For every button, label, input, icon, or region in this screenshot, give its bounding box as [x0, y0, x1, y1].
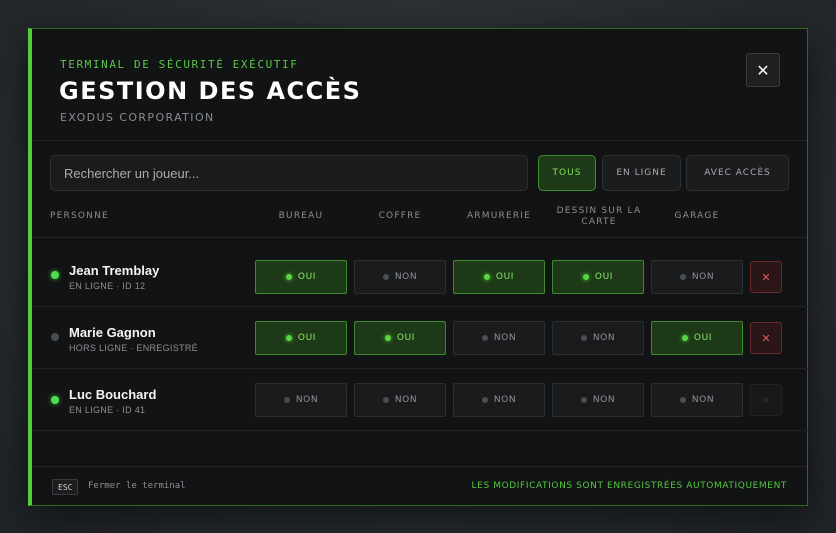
filter-all-label: TOUS: [552, 168, 582, 178]
table-row: Luc Bouchard EN LIGNE · ID 41 NON NON NO…: [32, 368, 808, 430]
autosave-notice: LES MODIFICATIONS SONT ENREGISTRÉES AUTO…: [471, 481, 787, 491]
column-header-bureau: BUREAU: [278, 211, 324, 221]
toggle-label: NON: [592, 333, 616, 343]
row-divider: [32, 430, 808, 431]
toggle-dot-icon: [285, 274, 292, 280]
toggle-dot-icon: [681, 335, 688, 341]
close-button[interactable]: ✕: [746, 53, 780, 87]
toggle-dot-icon: [481, 397, 488, 403]
table-header-divider: [32, 237, 807, 238]
player-name: Luc Bouchard: [69, 387, 157, 402]
toggle-dot-icon: [384, 335, 391, 341]
toggle-label: OUI: [495, 272, 515, 282]
toggle-dot-icon: [382, 397, 389, 403]
offline-status-dot: [51, 333, 59, 341]
access-toggle-armurerie[interactable]: NON: [453, 383, 545, 417]
access-toggle-coffre[interactable]: NON: [354, 383, 446, 417]
column-header-garage: GARAGE: [674, 211, 720, 221]
online-status-dot: [51, 271, 59, 279]
filter-online-label: EN LIGNE: [616, 168, 667, 178]
toggle-label: OUI: [297, 272, 317, 282]
access-toggle-coffre[interactable]: OUI: [354, 321, 446, 355]
toggle-label: NON: [394, 272, 418, 282]
access-toggle-garage[interactable]: NON: [651, 383, 743, 417]
company-name: EXODUS CORPORATION: [60, 111, 215, 124]
filter-with-access-button[interactable]: AVEC ACCÈS: [686, 155, 789, 191]
filter-with-access-label: AVEC ACCÈS: [704, 168, 771, 178]
access-toggle-garage[interactable]: NON: [651, 260, 743, 294]
close-icon: ✕: [761, 331, 771, 345]
toggle-label: NON: [691, 272, 715, 282]
toggle-dot-icon: [580, 335, 587, 341]
toggle-dot-icon: [580, 397, 587, 403]
toggle-label: OUI: [693, 333, 713, 343]
access-terminal-modal: TERMINAL DE SÉCURITÉ EXÉCUTIF GESTION DE…: [28, 28, 808, 506]
column-header-armurerie: ARMURERIE: [466, 211, 532, 221]
access-toggle-bureau[interactable]: OUI: [255, 321, 347, 355]
toggle-dot-icon: [582, 274, 589, 280]
esc-key-hint: ESC: [52, 479, 79, 495]
toggle-dot-icon: [382, 274, 389, 280]
footer-divider: [32, 466, 807, 467]
access-toggle-armurerie[interactable]: NON: [453, 321, 545, 355]
revoke-access-button[interactable]: ✕: [750, 322, 782, 354]
table-row: Marie Gagnon HORS LIGNE · ENREGISTRÉ OUI…: [32, 306, 808, 368]
toggle-dot-icon: [481, 335, 488, 341]
column-header-map-drawing: DESSIN SUR LA CARTE: [556, 206, 642, 227]
online-status-dot: [51, 396, 59, 404]
toggle-label: OUI: [594, 272, 614, 282]
column-header-coffre: COFFRE: [378, 211, 422, 221]
access-toggle-map-drawing[interactable]: NON: [552, 383, 644, 417]
close-icon: ✕: [756, 60, 770, 80]
filter-online-button[interactable]: EN LIGNE: [602, 155, 681, 191]
filter-all-button[interactable]: TOUS: [538, 155, 596, 191]
toggle-label: NON: [493, 333, 517, 343]
header-divider: [32, 140, 807, 141]
player-meta: EN LIGNE · ID 41: [69, 405, 146, 415]
revoke-access-button[interactable]: ✕: [750, 384, 782, 416]
revoke-access-button[interactable]: ✕: [750, 261, 782, 293]
toggle-label: NON: [493, 395, 517, 405]
table-row: Jean Tremblay EN LIGNE · ID 12 OUI NON O…: [32, 244, 808, 306]
toggle-label: NON: [295, 395, 319, 405]
close-terminal-hint: Fermer le terminal: [88, 481, 186, 491]
access-toggle-armurerie[interactable]: OUI: [453, 260, 545, 294]
toggle-label: OUI: [396, 333, 416, 343]
player-meta: HORS LIGNE · ENREGISTRÉ: [69, 343, 198, 353]
access-toggle-bureau[interactable]: OUI: [255, 260, 347, 294]
close-icon: ✕: [761, 270, 771, 284]
access-toggle-bureau[interactable]: NON: [255, 383, 347, 417]
player-name: Jean Tremblay: [69, 263, 160, 278]
terminal-kicker: TERMINAL DE SÉCURITÉ EXÉCUTIF: [60, 58, 299, 71]
toggle-dot-icon: [283, 397, 290, 403]
close-icon: ✕: [761, 393, 771, 407]
toggle-dot-icon: [285, 335, 292, 341]
toggle-label: NON: [691, 395, 715, 405]
access-toggle-coffre[interactable]: NON: [354, 260, 446, 294]
column-header-person: PERSONNE: [50, 211, 109, 221]
access-toggle-garage[interactable]: OUI: [651, 321, 743, 355]
access-toggle-map-drawing[interactable]: NON: [552, 321, 644, 355]
player-meta: EN LIGNE · ID 12: [69, 281, 146, 291]
toggle-dot-icon: [679, 397, 686, 403]
toggle-dot-icon: [483, 274, 490, 280]
toggle-dot-icon: [679, 274, 686, 280]
access-toggle-map-drawing[interactable]: OUI: [552, 260, 644, 294]
toggle-label: NON: [394, 395, 418, 405]
search-input[interactable]: [50, 155, 528, 191]
player-name: Marie Gagnon: [69, 325, 156, 340]
toggle-label: OUI: [297, 333, 317, 343]
toggle-label: NON: [592, 395, 616, 405]
page-title: GESTION DES ACCÈS: [59, 77, 362, 105]
